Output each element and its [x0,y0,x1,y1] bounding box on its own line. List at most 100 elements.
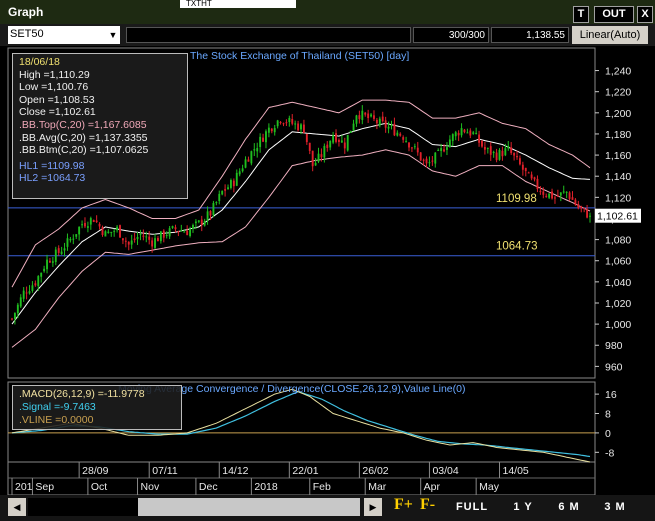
candle-body [302,124,305,133]
candle-body [545,195,548,197]
candle-body [323,145,326,158]
candle-body [119,225,121,238]
candle-body [568,192,571,199]
month-label: 201 [15,481,33,493]
candle-body [448,139,451,148]
candle-body [451,134,454,141]
candle-body [276,120,279,127]
candle-body [387,126,390,129]
candle-body [396,132,399,136]
info-signal: .Signal =-9.7463 [19,401,96,413]
last-close-label: 1,102.61 [597,211,638,223]
candle-body [504,148,507,156]
candle-body [221,190,224,195]
title-bar [0,0,655,25]
month-label: Mar [368,481,387,493]
candle-body [571,197,574,200]
candle-body [162,230,165,238]
candle-body [145,236,148,238]
candle-body [311,150,314,167]
price-tick-label: 1,220 [605,87,631,99]
symbol-value: SET50 [10,28,44,40]
candle-body [86,226,89,228]
candle-body [454,132,457,137]
candle-body [247,159,250,162]
candle-body [215,202,218,204]
candle-body [101,227,104,235]
candle-body [419,152,422,161]
three-month-button[interactable]: 3 M [598,497,632,517]
candle-body [139,233,142,235]
candle-body [232,180,235,187]
candle-body [92,220,95,222]
one-year-button[interactable]: 1 Y [506,497,540,517]
candle-body [229,180,232,188]
out-button[interactable]: OUT [594,6,634,23]
scroll-left-button[interactable]: ◀ [8,498,26,516]
candle-body [127,241,130,245]
hl1-label: 1109.98 [496,193,537,205]
candle-body [343,142,346,149]
t-button[interactable]: T [573,6,589,23]
date-label: 07/11 [152,465,178,477]
f-minus-button[interactable]: F- [420,496,435,514]
six-month-button[interactable]: 6 M [552,497,586,517]
candle-body [98,223,101,227]
chevron-down-icon[interactable]: ▼ [106,28,120,42]
candle-body [84,222,86,227]
scroll-track-left[interactable] [28,498,138,516]
candle-body [542,191,545,195]
full-button[interactable]: FULL [452,497,492,517]
candle-body [189,228,192,237]
background-window-tab[interactable]: TXTHT [180,0,296,8]
candle-body [121,238,124,241]
price-tick-label: 1,180 [605,129,631,141]
candle-body [554,197,556,199]
candle-body [116,226,119,231]
candle-body [548,193,551,198]
f-plus-button[interactable]: F+ [394,496,413,514]
scale-mode-button[interactable]: Linear(Auto) [572,26,648,44]
candle-body [352,123,355,131]
candle-body [75,234,78,237]
price-tick-label: 1,060 [605,256,631,268]
date-label: 03/04 [432,465,458,477]
macd-tick-label: 0 [605,428,611,440]
date-label: 14/12 [222,465,248,477]
date-label: 14/05 [503,465,529,477]
candle-body [209,211,212,216]
month-label: Sep [35,481,54,493]
price-tick-label: 1,000 [605,319,631,331]
candle-body [54,249,57,263]
scroll-right-button[interactable]: ▶ [364,498,382,516]
candle-body [358,115,361,120]
candle-body [104,231,107,237]
candle-body [440,148,443,151]
candle-body [154,238,156,248]
last-value-field: 1,138.55 [491,27,569,43]
candle-body [69,239,72,241]
candle-body [413,146,416,148]
candle-body [168,228,171,237]
price-tick-label: 980 [605,340,623,352]
candle-body [416,147,419,153]
scroll-thumb[interactable] [138,498,360,516]
candle-body [507,146,510,149]
candle-body [192,224,194,229]
candle-body [206,211,209,221]
info-close: Close =1,102.61 [19,106,96,119]
candle-body [186,230,189,236]
candle-body [463,129,466,133]
candle-body [539,190,542,192]
candle-body [518,158,521,165]
candle-body [300,124,302,130]
candle-body [527,172,530,174]
candle-body [25,292,28,294]
info-high: High =1,110.29 [19,68,90,81]
candle-body [13,312,16,319]
candle-body [469,130,472,136]
candle-body [250,151,253,164]
month-label: Dec [199,481,218,493]
candle-body [51,261,54,263]
close-button[interactable]: X [637,6,653,23]
